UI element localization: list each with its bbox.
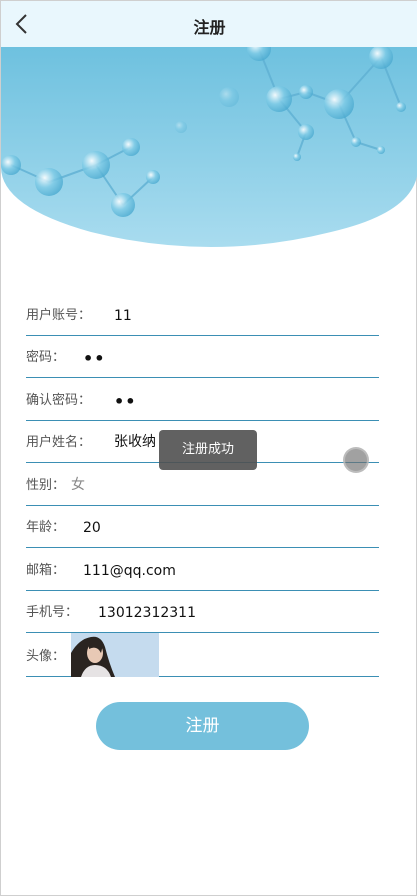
molecule-banner — [1, 47, 417, 252]
confirm-password-field[interactable]: 确认密码： •• — [26, 378, 379, 421]
age-label: 年龄： — [26, 520, 66, 535]
name-label: 用户姓名： — [26, 435, 92, 450]
header: 注册 — [1, 1, 417, 47]
gender-select[interactable]: 女 — [71, 474, 85, 494]
gender-label: 性别： — [26, 477, 66, 493]
phone-label: 手机号： — [26, 605, 79, 620]
account-input[interactable]: 11 — [114, 308, 132, 324]
page-title: 注册 — [193, 18, 226, 37]
confirm-password-label: 确认密码： — [26, 392, 92, 408]
password-input[interactable]: •• — [83, 349, 105, 368]
password-label: 密码： — [26, 350, 66, 365]
email-input[interactable]: 111@qq.com — [83, 563, 176, 579]
register-form: 用户账号： 11 密码： •• 确认密码： •• 用户姓名： 张收纳 性别： 女… — [26, 293, 379, 677]
age-field[interactable]: 年龄： 20 — [26, 506, 379, 548]
avatar-image[interactable] — [71, 633, 159, 677]
age-input[interactable]: 20 — [83, 520, 101, 536]
account-field[interactable]: 用户账号： 11 — [26, 293, 379, 336]
email-label: 邮箱： — [26, 562, 66, 578]
avatar-field[interactable]: 头像： — [26, 633, 379, 677]
success-toast: 注册成功 — [159, 430, 257, 470]
account-label: 用户账号： — [26, 307, 92, 323]
phone-input[interactable]: 13012312311 — [98, 605, 196, 621]
password-field[interactable]: 密码： •• — [26, 336, 379, 378]
register-button[interactable]: 注册 — [96, 702, 309, 750]
name-input[interactable]: 张收纳 — [114, 431, 156, 451]
avatar-label: 头像： — [26, 649, 66, 664]
confirm-password-input[interactable]: •• — [114, 392, 136, 411]
email-field[interactable]: 邮箱： 111@qq.com — [26, 548, 379, 591]
floating-assistive-button[interactable] — [343, 447, 369, 473]
phone-field[interactable]: 手机号： 13012312311 — [26, 591, 379, 633]
